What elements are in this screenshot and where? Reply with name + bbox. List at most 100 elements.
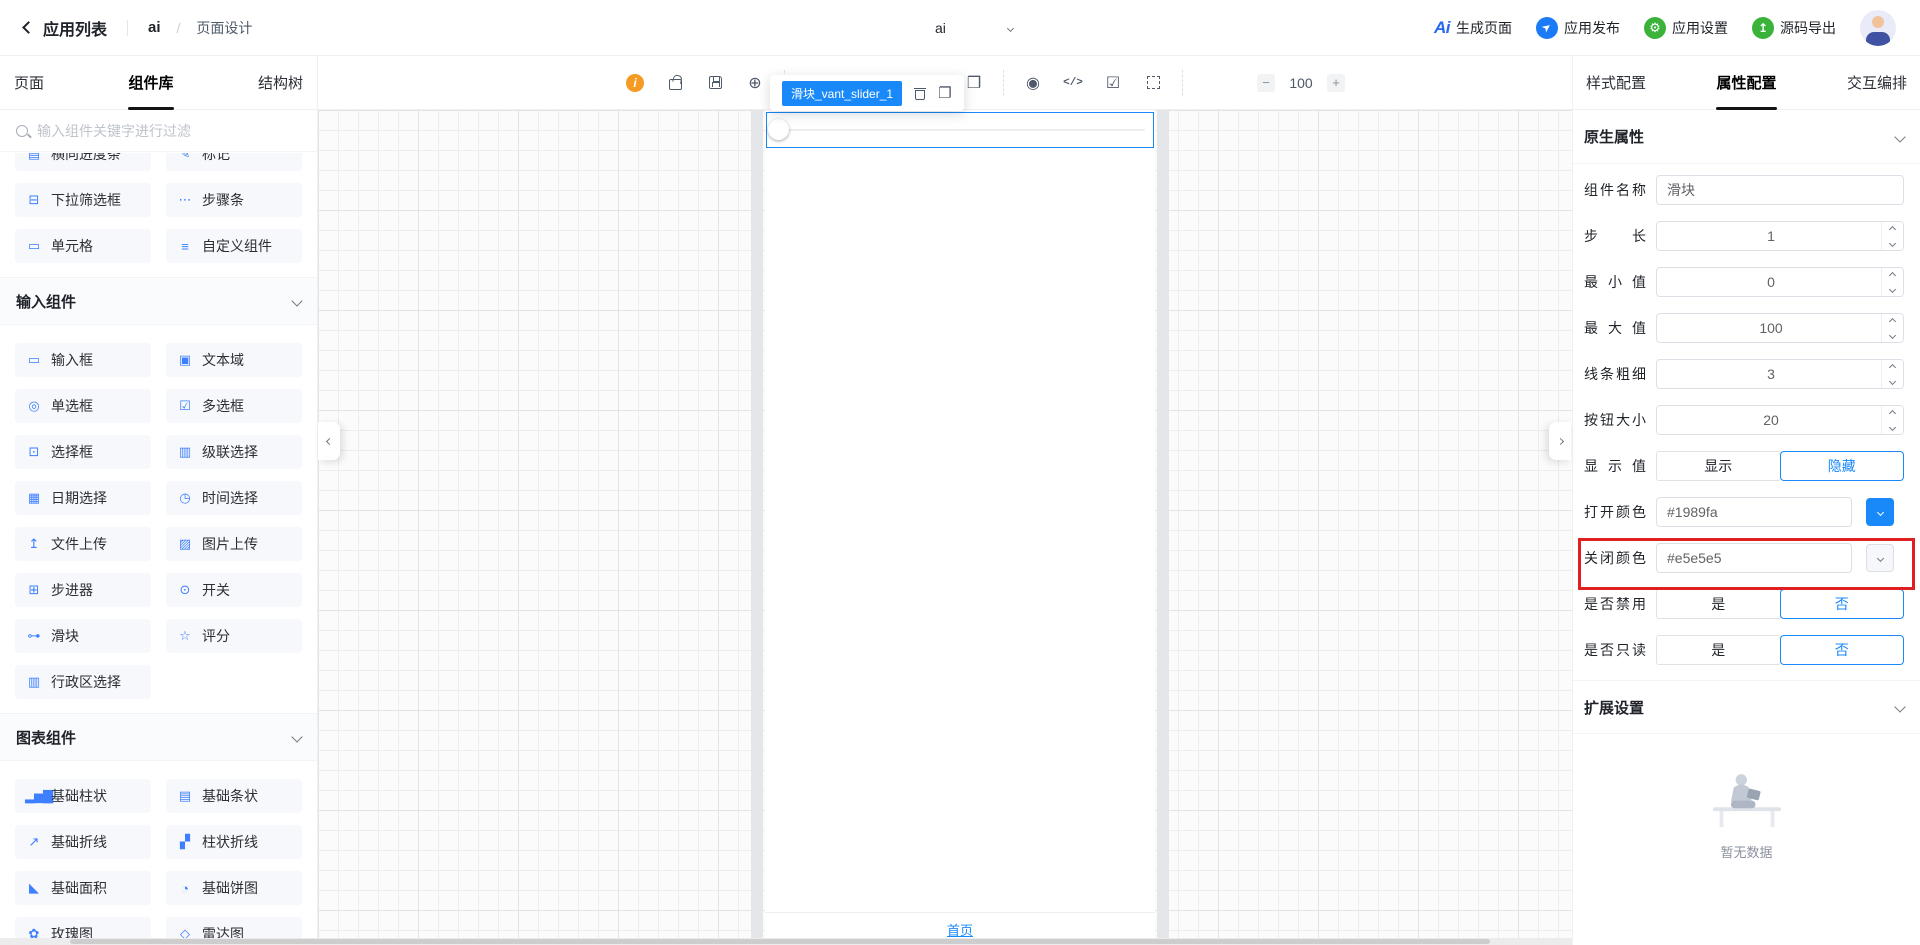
copy-component-button[interactable]: ❐	[938, 84, 951, 102]
component-item-steps-bar[interactable]: ⋯ 步骤条	[166, 183, 302, 217]
decrement-icon[interactable]	[1888, 423, 1897, 431]
tab-structure-tree[interactable]: 结构树	[258, 56, 303, 110]
decrement-icon[interactable]	[1888, 239, 1897, 247]
breadcrumb-app-name[interactable]: ai	[148, 19, 161, 36]
active-color-swatch[interactable]	[1866, 498, 1894, 526]
app-settings-button[interactable]: ⚙ 应用设置	[1644, 16, 1728, 39]
component-item-radar-chart[interactable]: ◇ 雷达图	[166, 917, 302, 938]
min-value-input[interactable]	[1656, 267, 1904, 297]
save-button[interactable]	[704, 72, 726, 94]
chevron-down-icon[interactable]	[1894, 701, 1906, 713]
component-item-checkbox[interactable]: ☑ 多选框	[166, 389, 302, 423]
section-native-properties[interactable]: 原生属性	[1573, 110, 1920, 164]
component-item-marker[interactable]: ✎ 标记	[166, 153, 302, 171]
no-option[interactable]: 否	[1779, 635, 1904, 665]
step-stepper[interactable]	[1881, 222, 1903, 250]
inactive-color-swatch[interactable]	[1866, 544, 1894, 572]
page-check-button[interactable]: ☑	[1102, 72, 1124, 94]
page-select-dropdown[interactable]: ai	[935, 0, 946, 56]
chevron-down-icon[interactable]	[291, 731, 303, 743]
component-item-district-picker[interactable]: ▥ 行政区选择	[15, 665, 151, 699]
zoom-out-button[interactable]: −	[1257, 73, 1275, 92]
zoom-in-button[interactable]: +	[1327, 73, 1345, 92]
line-width-stepper[interactable]	[1881, 360, 1903, 388]
selected-slider-component[interactable]	[766, 112, 1154, 148]
button-size-stepper[interactable]	[1881, 406, 1903, 434]
horizontal-scrollbar-thumb[interactable]	[70, 939, 1490, 944]
selected-component-tag[interactable]: 滑块_vant_slider_1	[782, 80, 903, 106]
inactive-color-input[interactable]	[1656, 543, 1852, 573]
component-item-radio[interactable]: ◎ 单选框	[15, 389, 151, 423]
component-item-line-chart[interactable]: ↗ 基础折线	[15, 825, 151, 859]
chevron-down-icon[interactable]	[1006, 24, 1015, 33]
max-value-stepper[interactable]	[1881, 314, 1903, 342]
canvas-grid[interactable]: 首页	[318, 110, 1572, 945]
component-item-slider[interactable]: ⊶ 滑块	[15, 619, 151, 653]
component-item-input[interactable]: ▭ 输入框	[15, 343, 151, 377]
increment-icon[interactable]	[1888, 225, 1897, 233]
back-button[interactable]: 应用列表	[43, 16, 107, 40]
component-item-rose-chart[interactable]: ✿ 玫瑰图	[15, 917, 151, 938]
component-item-rate[interactable]: ☆ 评分	[166, 619, 302, 653]
decrement-icon[interactable]	[1888, 285, 1897, 293]
phone-left-scrollbar[interactable]	[751, 110, 763, 938]
chevron-down-icon[interactable]	[291, 295, 303, 307]
active-color-input[interactable]	[1656, 497, 1852, 527]
tab-property-config[interactable]: 属性配置	[1716, 56, 1777, 110]
yes-option[interactable]: 是	[1656, 635, 1781, 665]
max-value-input[interactable]	[1656, 313, 1904, 343]
component-item-bar-chart[interactable]: ▂▅▇ 基础柱状	[15, 779, 151, 813]
page-tab-home[interactable]: 首页	[765, 920, 1155, 939]
component-item-file-upload[interactable]: ↥ 文件上传	[15, 527, 151, 561]
component-item-stepper[interactable]: ⊞ 步进器	[15, 573, 151, 607]
phone-right-scrollbar[interactable]	[1157, 110, 1169, 938]
component-item-hbar-chart[interactable]: ▤ 基础条状	[166, 779, 302, 813]
component-item-select[interactable]: ⊡ 选择框	[15, 435, 151, 469]
tab-component-library[interactable]: 组件库	[128, 56, 174, 110]
source-code-button[interactable]: </>	[1062, 72, 1084, 94]
component-name-input[interactable]	[1656, 175, 1904, 205]
horizontal-scrollbar[interactable]	[0, 938, 1572, 945]
component-item-horizontal-progress[interactable]: ▤ 横向进度条	[15, 153, 151, 171]
component-item-time-picker[interactable]: ◷ 时间选择	[166, 481, 302, 515]
tab-pages[interactable]: 页面	[14, 56, 44, 110]
increment-icon[interactable]	[1888, 409, 1897, 417]
component-item-cell[interactable]: ▭ 单元格	[15, 229, 151, 263]
generate-page-button[interactable]: Ai 生成页面	[1434, 18, 1512, 38]
no-option[interactable]: 否	[1779, 589, 1904, 619]
component-item-cascader[interactable]: ▥ 级联选择	[166, 435, 302, 469]
tab-style-config[interactable]: 样式配置	[1586, 56, 1646, 110]
component-item-date-picker[interactable]: ▦ 日期选择	[15, 481, 151, 515]
collapse-panel-handle[interactable]	[1549, 422, 1571, 460]
increment-icon[interactable]	[1888, 317, 1897, 325]
step-input[interactable]	[1656, 221, 1904, 251]
section-chart-components[interactable]: 图表组件	[0, 713, 317, 761]
back-icon[interactable]	[22, 21, 35, 34]
section-extension-settings[interactable]: 扩展设置	[1573, 680, 1920, 734]
tab-interaction-config[interactable]: 交互编排	[1847, 56, 1907, 110]
line-width-input[interactable]	[1656, 359, 1904, 389]
slider-handle[interactable]	[768, 119, 789, 140]
component-item-custom-component[interactable]: ≡ 自定义组件	[166, 229, 302, 263]
component-item-image-upload[interactable]: ▨ 图片上传	[166, 527, 302, 561]
increment-icon[interactable]	[1888, 271, 1897, 279]
app-publish-button[interactable]: ➤ 应用发布	[1536, 16, 1620, 39]
chevron-down-icon[interactable]	[1894, 130, 1906, 143]
min-value-stepper[interactable]	[1881, 268, 1903, 296]
paste-button[interactable]: ❒	[963, 72, 985, 94]
hide-option[interactable]: 隐藏	[1779, 451, 1904, 481]
component-item-bar-line-chart[interactable]: ▞ 柱状折线	[166, 825, 302, 859]
collapse-sidebar-handle[interactable]	[318, 422, 340, 460]
component-item-textarea[interactable]: ▣ 文本域	[166, 343, 302, 377]
component-item-pie-chart[interactable]: ◔ 基础饼图	[166, 871, 302, 905]
show-option[interactable]: 显示	[1656, 451, 1781, 481]
locate-button[interactable]: ⊕	[744, 72, 766, 94]
yes-option[interactable]: 是	[1656, 589, 1781, 619]
unlock-button[interactable]	[664, 72, 686, 94]
info-icon[interactable]: i	[626, 73, 644, 92]
component-item-switch[interactable]: ⊙ 开关	[166, 573, 302, 607]
increment-icon[interactable]	[1888, 363, 1897, 371]
component-search-input[interactable]	[37, 122, 301, 139]
user-avatar[interactable]	[1860, 9, 1896, 46]
component-item-area-chart[interactable]: ◣ 基础面积	[15, 871, 151, 905]
